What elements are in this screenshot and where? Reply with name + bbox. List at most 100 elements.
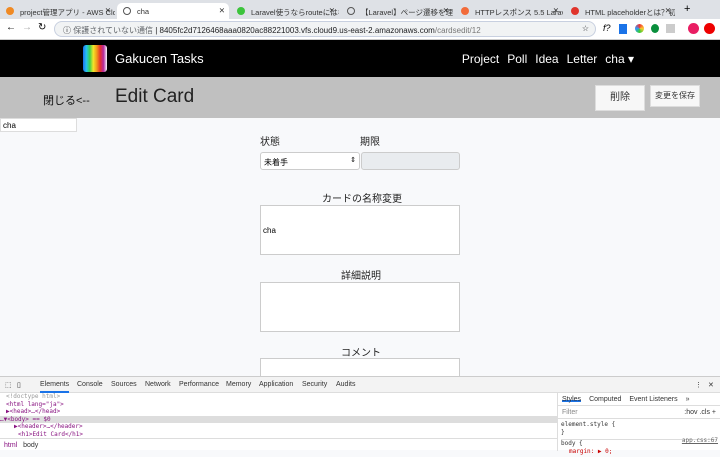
devtools-tab-network[interactable]: Network	[145, 381, 171, 388]
search-input[interactable]: cha	[0, 118, 77, 132]
styles-tab[interactable]: Styles	[562, 396, 582, 403]
tab-label: 【Laravel】ページ遷移を理解	[361, 8, 453, 17]
extension-icon[interactable]: f?	[603, 23, 611, 33]
profile-avatar[interactable]	[688, 23, 699, 34]
element-style-rule: element.style {	[561, 421, 616, 428]
reload-icon[interactable]: ↻	[38, 22, 46, 33]
site-icon	[571, 7, 579, 15]
site-icon	[237, 7, 245, 15]
browser-tab[interactable]: HTML placeholderとは？初心 ✕	[565, 3, 675, 19]
browser-tab[interactable]: Laravel使うならrouteには名前✕	[231, 3, 339, 19]
opera-icon[interactable]	[704, 23, 715, 34]
more-tabs-icon[interactable]: »	[686, 396, 690, 403]
devtools-tab-audits[interactable]: Audits	[336, 381, 355, 388]
browser-tab-active[interactable]: cha ✕	[117, 3, 229, 19]
devtools-tab-security[interactable]: Security	[302, 381, 327, 388]
select-arrows-icon: ⇕	[350, 157, 356, 164]
nav-menu: Project Poll Idea Letter cha ▾	[462, 52, 634, 66]
devtools-tab-application[interactable]: Application	[259, 381, 293, 388]
info-icon[interactable]: ⓘ	[63, 26, 71, 35]
nav-poll[interactable]: Poll	[507, 52, 527, 66]
styles-filter-input[interactable]: Filter	[562, 409, 578, 416]
globe-icon	[347, 7, 355, 15]
close-icon[interactable]: ✕	[665, 6, 671, 15]
sub-header: 閉じる<-- Edit Card 削除 変更を保存	[0, 77, 720, 118]
browser-tab[interactable]: project管理アプリ - AWS Clo ✕	[0, 3, 115, 19]
devtools-tab-console[interactable]: Console	[77, 381, 103, 388]
browser-tab-strip: project管理アプリ - AWS Clo ✕ cha ✕ Laravel使うなら…	[0, 0, 720, 19]
delete-button[interactable]: 削除	[595, 85, 645, 111]
card-name-input[interactable]: cha	[260, 205, 460, 255]
extension-icon[interactable]	[619, 24, 627, 34]
crumb-body[interactable]: body	[23, 442, 38, 449]
due-label: 期限	[360, 137, 380, 148]
styles-pane: Styles Computed Event Listeners » Filter…	[557, 393, 720, 455]
status-value: 未着手	[264, 158, 288, 167]
status-select[interactable]: 未着手 ⇕	[260, 152, 360, 170]
hov-cls-buttons[interactable]: :hov .cls +	[684, 409, 716, 416]
close-icon[interactable]: ✕	[105, 6, 111, 15]
navbar: Gakucen Tasks Project Poll Idea Letter c…	[0, 40, 720, 77]
event-listeners-tab[interactable]: Event Listeners	[629, 396, 677, 403]
close-icon[interactable]: ✕	[553, 6, 559, 15]
devtools-tab-performance[interactable]: Performance	[179, 381, 219, 388]
close-link[interactable]: 閉じる<--	[43, 92, 90, 108]
crumb-html[interactable]: html	[4, 442, 17, 449]
dom-node[interactable]: ▶<header>…</header>	[0, 423, 557, 431]
app-logo[interactable]	[83, 45, 107, 72]
more-icon[interactable]: ⋮	[695, 381, 702, 389]
tab-label: project管理アプリ - AWS Clo	[20, 8, 115, 17]
dom-node[interactable]: ▶<head>…</head>	[0, 408, 557, 416]
browser-tab[interactable]: 【Laravel】ページ遷移を理解 ✕	[341, 3, 453, 19]
card-name-value: cha	[263, 226, 276, 235]
extension-icon[interactable]	[651, 24, 659, 33]
devtools-panel: ⬚ ▯ Elements Console Sources Network Per…	[0, 376, 720, 455]
extension-icon[interactable]	[635, 24, 644, 33]
breadcrumb: html body	[0, 438, 557, 451]
forward-icon[interactable]: →	[22, 22, 32, 33]
due-date-input[interactable]	[361, 152, 460, 170]
source-link[interactable]: app.css:67	[682, 437, 718, 445]
devtools-tab-sources[interactable]: Sources	[111, 381, 137, 388]
margin-property[interactable]: margin: ▶ 0;	[561, 448, 717, 456]
close-icon[interactable]: ✕	[443, 6, 449, 15]
browser-tab[interactable]: HTTPレスポンス 5.5 Laravel ✕	[455, 3, 563, 19]
dom-node-selected[interactable]: …▼<body> == $0	[0, 415, 557, 423]
dom-node[interactable]: <!doctype html>	[0, 393, 557, 401]
address-bar: ← → ↻ ⓘ 保護されていない通信 | 8405fc2d7126468aaa0…	[0, 19, 720, 40]
tab-label: Laravel使うならrouteには名前	[251, 8, 339, 17]
elements-tree: <!doctype html> <html lang="ja"> ▶<head>…	[0, 393, 557, 438]
url-input[interactable]: ⓘ 保護されていない通信 | 8405fc2d7126468aaa0820ac8…	[54, 21, 596, 37]
tab-label: HTML placeholderとは？初心	[585, 8, 675, 17]
tab-label: HTTPレスポンス 5.5 Laravel	[475, 8, 563, 17]
devtools-tab-elements[interactable]: Elements	[40, 381, 70, 393]
user-dropdown[interactable]: cha ▾	[605, 52, 634, 66]
nav-idea[interactable]: Idea	[535, 52, 558, 66]
rule-close: }	[561, 428, 565, 436]
security-label: 保護されていない通信	[73, 26, 153, 35]
devtools-tab-memory[interactable]: Memory	[226, 381, 251, 388]
site-icon	[461, 7, 469, 15]
computed-tab[interactable]: Computed	[589, 396, 621, 403]
brand-name[interactable]: Gakucen Tasks	[115, 51, 204, 66]
inspect-icon[interactable]: ⬚	[5, 381, 12, 389]
status-label: 状態	[260, 137, 280, 148]
dom-node[interactable]: <h1>Edit Card</h1>	[0, 431, 557, 439]
globe-icon	[123, 7, 131, 15]
back-icon[interactable]: ←	[6, 22, 16, 33]
devtools-tabs: ⬚ ▯ Elements Console Sources Network Per…	[0, 377, 720, 393]
detail-textarea[interactable]	[260, 282, 460, 332]
close-devtools-icon[interactable]: ✕	[708, 381, 714, 389]
bookmark-star-icon[interactable]: ☆	[582, 24, 589, 33]
close-icon[interactable]: ✕	[329, 6, 335, 15]
dom-node[interactable]: <html lang="ja">	[0, 401, 557, 409]
new-tab-button[interactable]: +	[684, 3, 690, 15]
device-toggle-icon[interactable]: ▯	[17, 381, 21, 389]
nav-letter[interactable]: Letter	[567, 52, 598, 66]
nav-project[interactable]: Project	[462, 52, 499, 66]
url-path: /cardsedit/12	[434, 26, 481, 35]
detail-label: 詳細説明	[341, 271, 381, 282]
close-icon[interactable]: ✕	[219, 6, 225, 15]
save-button[interactable]: 変更を保存	[650, 85, 700, 107]
extension-icon[interactable]	[666, 24, 675, 33]
